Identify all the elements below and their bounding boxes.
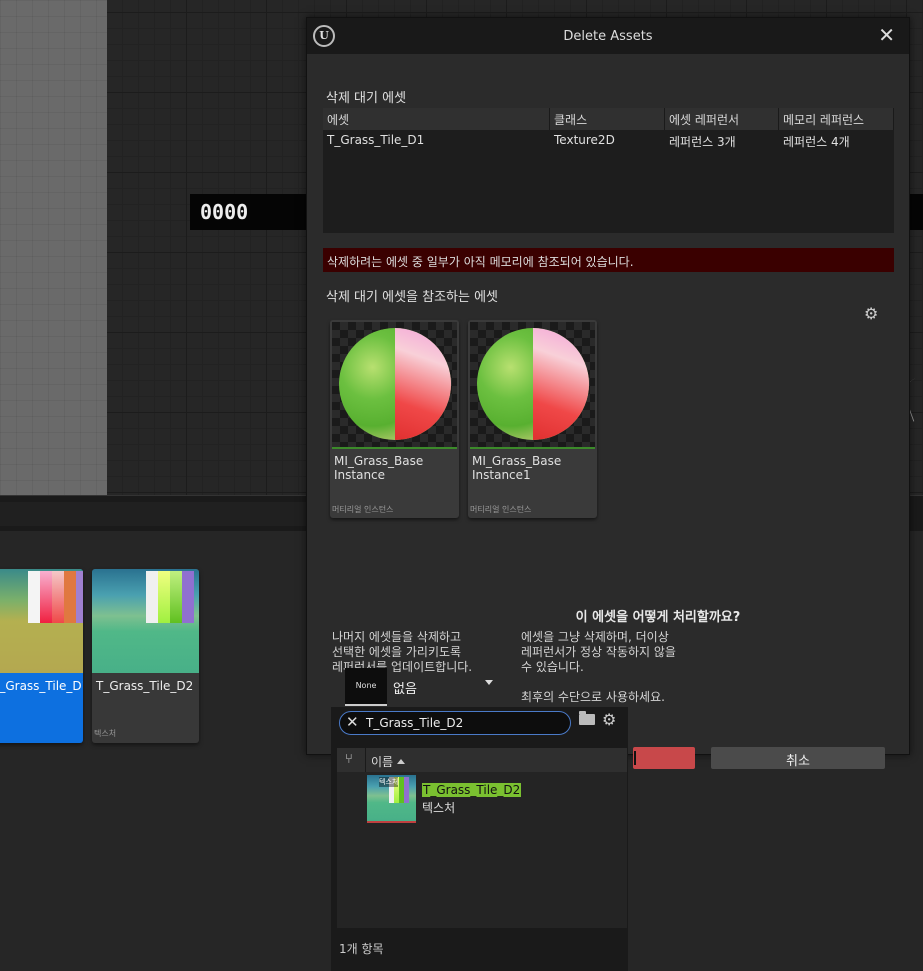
texture-thumbnail: [0, 569, 83, 673]
replace-asset-picker[interactable]: None 없음: [345, 668, 495, 706]
dialog-title: Delete Assets: [563, 29, 653, 44]
how-to-handle-label: 이 에셋을 어떻게 처리할까요?: [575, 610, 741, 625]
color-bars: [146, 571, 194, 623]
cell-asset: T_Grass_Tile_D1: [327, 133, 425, 147]
delete-assets-dialog: U Delete Assets ✕ 삭제 대기 에셋 에셋 클래스 에셋 레퍼런…: [306, 17, 910, 769]
color-bars: [28, 571, 83, 623]
texture-thumbnail: [92, 569, 199, 673]
result-type: 텍스처: [422, 801, 456, 815]
referencing-asset-tile[interactable]: MI_Grass_Base Instance1 머티리얼 인스턴스: [468, 320, 597, 518]
referencing-asset-tile[interactable]: MI_Grass_Base Instance 머티리얼 인스턴스: [330, 320, 459, 518]
result-name: T_Grass_Tile_D2: [422, 783, 522, 797]
item-count: 1개 항목: [339, 942, 384, 956]
search-text: T_Grass_Tile_D2: [366, 716, 464, 730]
content-tile-grass-d1[interactable]: T_Grass_Tile_D1: [0, 569, 83, 743]
cell-memory-references: 레퍼런스 4개: [783, 135, 850, 149]
gear-icon[interactable]: ⚙: [864, 304, 878, 323]
asset-picker-dropdown: ✕ T_Grass_Tile_D2 ⚙ ⑂ 이름 텍스처 T_Grass_Til…: [331, 707, 628, 971]
column-header-memory-references[interactable]: 메모리 레퍼런스: [779, 108, 894, 130]
none-thumbnail: None: [345, 668, 387, 706]
column-header-asset[interactable]: 에셋: [323, 108, 550, 130]
dialog-titlebar[interactable]: U Delete Assets ✕: [307, 18, 909, 54]
list-item[interactable]: 텍스처 T_Grass_Tile_D2 텍스처: [367, 772, 627, 824]
picker-value: 없음: [393, 682, 417, 697]
folder-icon[interactable]: [579, 711, 595, 725]
referencing-section-label: 삭제 대기 에셋을 참조하는 에셋: [326, 290, 499, 305]
preview-panel: [0, 0, 107, 495]
search-input[interactable]: ✕ T_Grass_Tile_D2: [339, 711, 571, 735]
texture-thumbnail: 텍스처: [367, 775, 416, 823]
thumbnail-tag: 텍스처: [379, 777, 399, 787]
content-tile-grass-d2[interactable]: T_Grass_Tile_D2 텍스처: [92, 569, 199, 743]
column-header-asset-referencers[interactable]: 에셋 레퍼런서: [665, 108, 779, 130]
material-thumbnail: [332, 322, 457, 449]
toolbar-segment: [0, 502, 308, 526]
gear-icon[interactable]: ⚙: [602, 710, 616, 729]
list-header: ⑂ 이름: [337, 748, 627, 772]
force-delete-note: 최후의 수단으로 사용하세요.: [521, 690, 665, 704]
column-header-class[interactable]: 클래스: [550, 108, 665, 130]
counter-display: 0000: [190, 194, 308, 230]
asset-name: MI_Grass_Base Instance1: [472, 454, 562, 482]
tile-name: T_Grass_Tile_D1: [0, 679, 83, 693]
branch-icon[interactable]: ⑂: [345, 752, 353, 767]
asset-results-list: ⑂ 이름 텍스처 T_Grass_Tile_D2 텍스처: [337, 748, 627, 928]
sort-ascending-icon: [397, 759, 406, 764]
pending-assets-table: 에셋 클래스 에셋 레퍼런서 메모리 레퍼런스 T_Grass_Tile_D1 …: [323, 108, 894, 233]
cell-asset-referencers: 레퍼런스 3개: [669, 135, 736, 149]
asset-name: MI_Grass_Base Instance: [334, 454, 424, 482]
material-sphere: [339, 328, 451, 440]
cancel-button[interactable]: 취소: [711, 747, 885, 769]
force-delete-description: 에셋을 그냥 삭제하며, 더이상 레퍼런서가 정상 작동하지 않을 수 있습니다…: [521, 630, 676, 674]
asset-type: 머티리얼 인스턴스: [332, 505, 394, 514]
table-row[interactable]: T_Grass_Tile_D1 Texture2D 레퍼런스 3개 레퍼런스 4…: [323, 130, 894, 150]
clear-search-icon[interactable]: ✕: [346, 713, 359, 731]
pending-section-label: 삭제 대기 에셋: [326, 91, 407, 106]
column-header-name[interactable]: 이름: [371, 753, 406, 770]
close-icon[interactable]: ✕: [878, 23, 895, 47]
chevron-down-icon: [485, 680, 493, 685]
force-delete-button[interactable]: [633, 747, 695, 769]
tile-type: 텍스처: [94, 729, 117, 738]
asset-type: 머티리얼 인스턴스: [470, 505, 532, 514]
dialog-body: 삭제 대기 에셋 에셋 클래스 에셋 레퍼런서 메모리 레퍼런스 T_Grass…: [307, 54, 909, 769]
cell-class: Texture2D: [554, 133, 615, 147]
tile-name: T_Grass_Tile_D2: [96, 679, 194, 693]
material-thumbnail: [470, 322, 595, 449]
table-header: 에셋 클래스 에셋 레퍼런서 메모리 레퍼런스: [323, 108, 894, 130]
memory-reference-warning: 삭제하려는 에셋 중 일부가 아직 메모리에 참조되어 있습니다.: [323, 248, 894, 272]
material-sphere: [477, 328, 589, 440]
